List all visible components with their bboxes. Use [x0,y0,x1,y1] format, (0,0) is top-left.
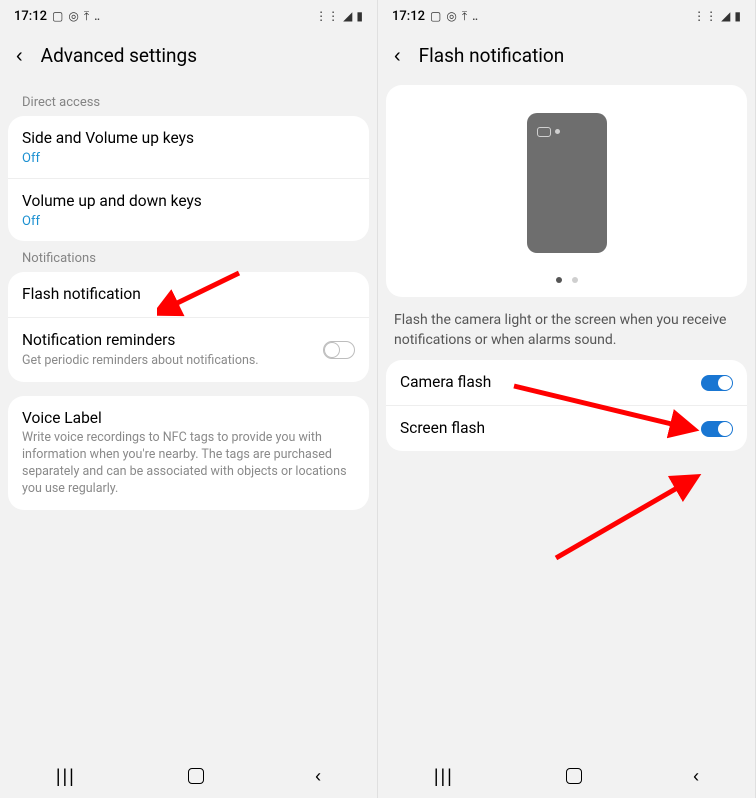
item-voice-label[interactable]: Voice Label Write voice recordings to NF… [8,396,369,510]
item-title: Flash notification [22,284,355,305]
phone-illustration-card[interactable] [386,85,747,297]
page-title: Advanced settings [41,44,197,67]
direct-access-card: Side and Volume up keys Off Volume up an… [8,116,369,241]
item-title: Voice Label [22,408,355,429]
header: ‹ Advanced settings [0,28,377,85]
item-title: Volume up and down keys [22,191,355,212]
upload-icon: ⤒ [84,9,89,24]
nav-bar: ||| ‹ [0,754,377,798]
item-title: Camera flash [400,372,701,393]
item-title: Screen flash [400,418,701,439]
header: ‹ Flash notification [378,28,755,85]
wifi-icon: ⋮⋮ [315,9,339,23]
more-icon: ‥ [472,9,478,23]
wifi-icon: ⋮⋮ [693,9,717,23]
section-header-direct-access: Direct access [0,85,377,116]
item-status: Off [22,151,355,166]
item-status: Off [22,214,355,229]
item-title: Side and Volume up keys [22,128,355,149]
nav-home-button[interactable] [548,762,600,790]
upload-icon: ⤒ [462,9,467,24]
voice-label-card: Voice Label Write voice recordings to NF… [8,396,369,510]
toggle-screen-flash[interactable] [701,421,733,437]
nav-back-button[interactable]: ‹ [675,760,717,793]
back-button[interactable]: ‹ [16,46,23,66]
item-title: Notification reminders [22,330,323,351]
nav-recent-button[interactable]: ||| [38,760,94,793]
description-text: Flash the camera light or the screen whe… [378,297,755,354]
toggle-notification-reminders[interactable] [323,341,355,359]
signal-icon: ◢ [343,9,352,23]
toggle-camera-flash[interactable] [701,375,733,391]
flash-toggles-card: Camera flash Screen flash [386,360,747,451]
status-bar: 17:12 ▢ ◎ ⤒ ‥ ⋮⋮ ◢ ▮ [0,0,377,28]
item-flash-notification[interactable]: Flash notification [8,272,369,318]
status-bar: 17:12 ▢ ◎ ⤒ ‥ ⋮⋮ ◢ ▮ [378,0,755,28]
status-time: 17:12 [14,9,47,24]
battery-icon: ▮ [356,9,363,23]
phone-flash-icon [555,129,560,134]
item-screen-flash[interactable]: Screen flash [386,406,747,451]
gallery-icon: ▢ [430,9,441,23]
phone-camera-icon [537,127,551,137]
item-desc: Write voice recordings to NFC tags to pr… [22,430,355,498]
pager-dot-1[interactable] [556,277,562,283]
pager [556,277,578,283]
nav-recent-button[interactable]: ||| [416,760,472,793]
status-time: 17:12 [392,9,425,24]
signal-icon: ◢ [721,9,730,23]
nav-bar: ||| ‹ [378,754,755,798]
notifications-card: Flash notification Notification reminder… [8,272,369,382]
item-notification-reminders[interactable]: Notification reminders Get periodic remi… [8,318,369,382]
battery-icon: ▮ [734,9,741,23]
back-button[interactable]: ‹ [394,46,401,66]
instagram-icon: ◎ [68,9,78,23]
screen-advanced-settings: 17:12 ▢ ◎ ⤒ ‥ ⋮⋮ ◢ ▮ ‹ Advanced settings… [0,0,378,798]
nav-back-button[interactable]: ‹ [297,760,339,793]
section-header-notifications: Notifications [0,241,377,272]
item-camera-flash[interactable]: Camera flash [386,360,747,406]
item-desc: Get periodic reminders about notificatio… [22,353,323,370]
item-volume-up-down[interactable]: Volume up and down keys Off [8,179,369,241]
nav-home-button[interactable] [170,762,222,790]
phone-back-icon [527,113,607,253]
gallery-icon: ▢ [52,9,63,23]
item-side-volume-up[interactable]: Side and Volume up keys Off [8,116,369,179]
page-title: Flash notification [419,44,565,67]
pager-dot-2[interactable] [572,277,578,283]
more-icon: ‥ [94,9,100,23]
screen-flash-notification: 17:12 ▢ ◎ ⤒ ‥ ⋮⋮ ◢ ▮ ‹ Flash notificatio… [378,0,756,798]
instagram-icon: ◎ [446,9,456,23]
